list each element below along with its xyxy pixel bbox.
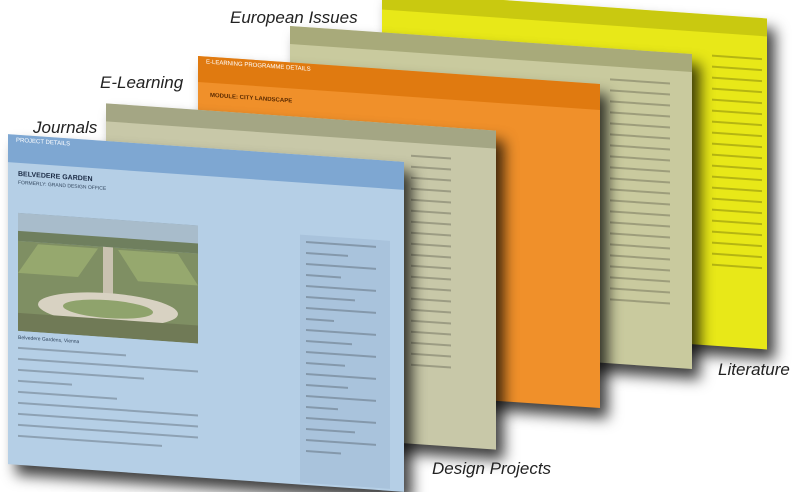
caption-european-issues: European Issues bbox=[230, 8, 358, 27]
literature-header-bar bbox=[382, 0, 767, 37]
literature-text-lines bbox=[712, 54, 762, 278]
design-info-panel bbox=[300, 234, 390, 489]
garden-photo-drawing bbox=[18, 212, 198, 344]
design-projects-page: PROJECT DETAILS BELVEDERE GARDEN FORMERL… bbox=[8, 134, 404, 492]
elearning-module-title: MODULE: CITY LANDSCAPE bbox=[210, 92, 293, 105]
caption-design-projects: Design Projects bbox=[432, 459, 552, 478]
design-subtitle: FORMERLY: GRAND DESIGN OFFICE bbox=[18, 179, 107, 193]
journals-text-lines bbox=[411, 154, 451, 378]
design-info-lines bbox=[306, 240, 376, 466]
caption-e-learning: E-Learning bbox=[100, 73, 184, 92]
garden-photo bbox=[18, 212, 198, 344]
caption-journals: Journals bbox=[33, 118, 98, 137]
garden-photo-caption: Belvedere Gardens, Vienna bbox=[18, 334, 80, 346]
design-header-text: PROJECT DETAILS bbox=[16, 137, 71, 148]
caption-literature: Literature bbox=[718, 360, 790, 379]
european-text-lines bbox=[610, 78, 670, 313]
design-description-lines bbox=[18, 346, 198, 459]
